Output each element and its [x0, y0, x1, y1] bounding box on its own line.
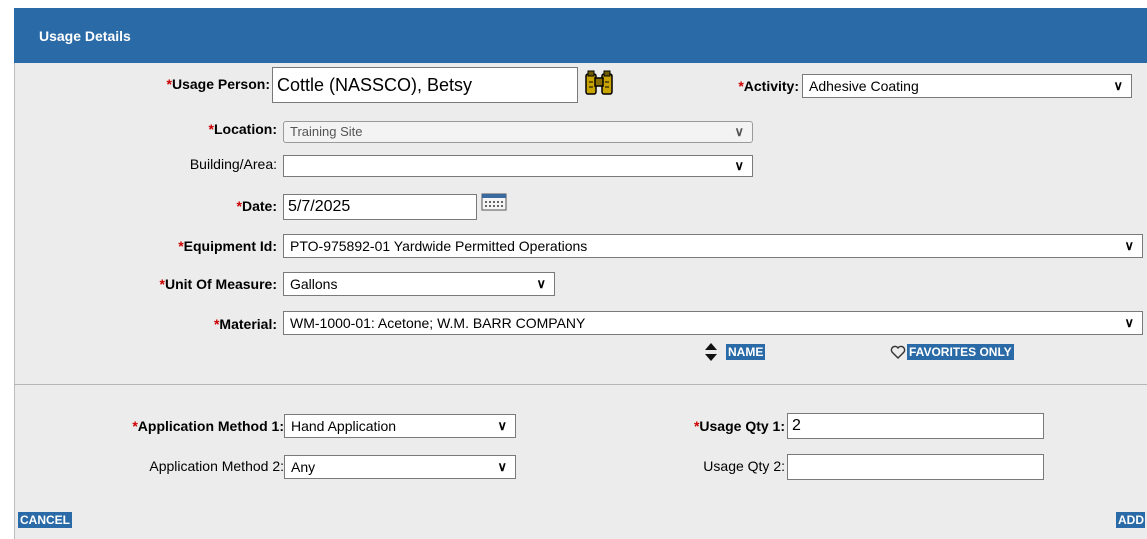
usage-person-input[interactable]: Cottle (NASSCO), Betsy [272, 67, 578, 103]
activity-label: *Activity: [738, 78, 799, 94]
cancel-button[interactable]: CANCEL [18, 512, 72, 528]
chevron-down-icon: ∨ [1124, 315, 1134, 330]
chevron-down-icon: ∨ [1113, 78, 1123, 93]
usage-qty-1-input[interactable]: 2 [787, 413, 1044, 439]
chevron-down-icon: ∨ [1124, 238, 1134, 253]
sort-name-button[interactable]: NAME [726, 344, 766, 360]
usage-qty-1-label: *Usage Qty 1: [693, 418, 785, 434]
application-method-2-select[interactable]: Any ∨ [284, 455, 516, 479]
chevron-down-icon: ∨ [734, 124, 744, 139]
usage-person-label: *Usage Person: [166, 76, 271, 92]
unit-of-measure-label: *Unit Of Measure: [159, 276, 277, 292]
activity-select[interactable]: Adhesive Coating ∨ [802, 74, 1132, 98]
equipment-id-label: *Equipment Id: [178, 238, 277, 254]
chevron-down-icon: ∨ [734, 158, 744, 173]
date-input[interactable]: 5/7/2025 [283, 194, 477, 220]
date-label: *Date: [236, 198, 277, 214]
application-method-1-label: *Application Method 1: [132, 418, 284, 434]
building-area-label: Building/Area: [189, 156, 277, 172]
unit-of-measure-select[interactable]: Gallons ∨ [283, 272, 555, 296]
chevron-down-icon: ∨ [497, 459, 507, 474]
calendar-icon[interactable] [481, 193, 509, 213]
building-area-select[interactable]: ∨ [283, 155, 753, 177]
usage-qty-2-input[interactable] [787, 454, 1044, 480]
location-select[interactable]: Training Site ∨ [283, 121, 753, 143]
material-select[interactable]: WM-1000-01: Acetone; W.M. BARR COMPANY ∨ [283, 311, 1143, 335]
usage-qty-2-label: Usage Qty 2: [703, 458, 785, 474]
location-label: *Location: [208, 121, 277, 137]
equipment-id-select[interactable]: PTO-975892-01 Yardwide Permitted Operati… [283, 234, 1143, 258]
sort-updown-icon[interactable] [704, 341, 718, 363]
heart-icon[interactable] [890, 344, 906, 360]
chevron-down-icon: ∨ [536, 276, 546, 291]
application-method-1-select[interactable]: Hand Application ∨ [284, 414, 516, 438]
material-label: *Material: [213, 316, 277, 332]
favorites-only-button[interactable]: FAVORITES ONLY [907, 344, 1014, 360]
panel-title: Usage Details [39, 28, 131, 44]
chevron-down-icon: ∨ [497, 418, 507, 433]
section-divider [14, 384, 1147, 385]
panel-header: Usage Details [14, 8, 1147, 63]
add-button[interactable]: ADD [1116, 512, 1145, 528]
application-method-2-label: Application Method 2: [149, 458, 284, 474]
binoculars-icon[interactable] [584, 70, 614, 96]
